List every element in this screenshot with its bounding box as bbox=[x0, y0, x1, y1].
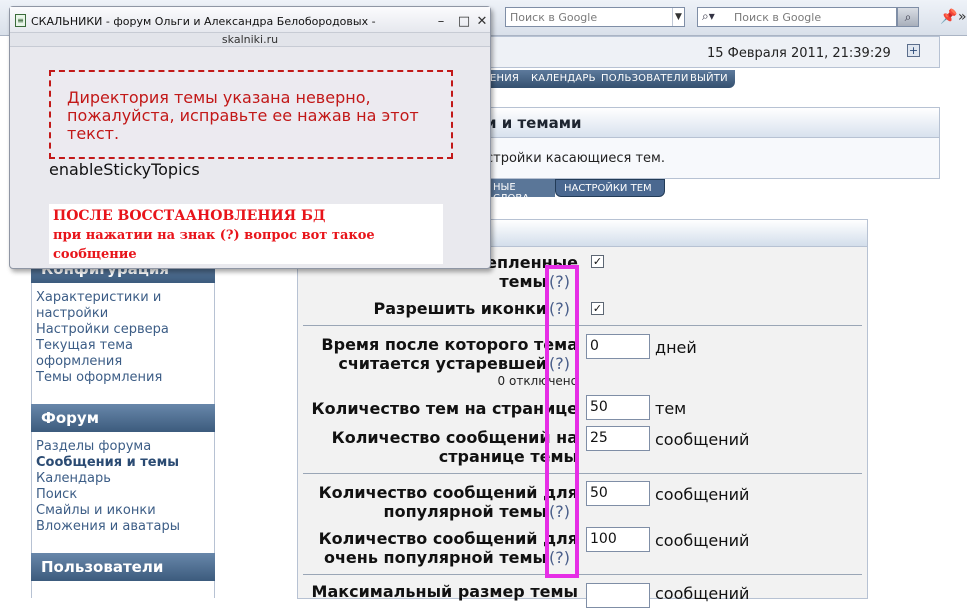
posts-per-page-input[interactable]: 25 bbox=[586, 426, 650, 451]
datetime-bar: 15 Февраля 2011, 21:39:29 + bbox=[485, 36, 940, 68]
sidebar-item-posts-topics[interactable]: Сообщения и темы bbox=[36, 455, 179, 470]
very-hot-topic-input[interactable]: 100 bbox=[586, 527, 650, 552]
sidebar-item-features[interactable]: Характеристики и bbox=[36, 290, 161, 305]
sidebar-item-attachments[interactable]: Вложения и аватары bbox=[36, 519, 180, 534]
theme-error-message[interactable]: Директория темы указана неверно, пожалуй… bbox=[49, 70, 453, 159]
sidebar-head-forum: Форум bbox=[31, 404, 215, 432]
menu-item-calendar[interactable]: КАЛЕНДАРЬ bbox=[531, 73, 596, 84]
divider bbox=[303, 574, 862, 575]
setting-label-icons: Разрешить иконки bbox=[373, 299, 547, 318]
pin-icon[interactable]: 📌 bbox=[940, 9, 957, 25]
search-go-button[interactable]: ⌕ bbox=[897, 7, 919, 27]
sidebar-head-users: Пользователи bbox=[31, 553, 215, 581]
maximize-icon[interactable]: □ bbox=[457, 14, 471, 29]
setting-hint-disabled: 0 отключено bbox=[497, 374, 578, 388]
tab-topic-settings[interactable]: НАСТРОЙКИ ТЕМ bbox=[555, 179, 665, 197]
checkbox-icons[interactable]: ✓ bbox=[591, 302, 604, 315]
search-engine-icon[interactable]: ⌕▾ bbox=[702, 9, 715, 24]
topics-per-page-input[interactable]: 50 bbox=[586, 395, 650, 420]
datetime-text: 15 Февраля 2011, 21:39:29 bbox=[707, 46, 891, 61]
unit-posts-4: сообщений bbox=[655, 584, 750, 603]
param-name: enableStickyTopics bbox=[49, 160, 200, 179]
sidebar-item-search[interactable]: Поиск bbox=[36, 487, 77, 502]
menu-item-users[interactable]: ПОЛЬЗОВАТЕЛИ bbox=[601, 73, 689, 84]
tab-censored-words[interactable]: НЫЕ СЛОВА bbox=[485, 179, 555, 204]
menu-item-partial[interactable]: ЕНИЯ bbox=[490, 73, 519, 84]
setting-label-very-hot-topic-1: Количество сообщений для bbox=[318, 529, 578, 548]
unit-posts-1: сообщений bbox=[655, 430, 750, 449]
unit-topics: тем bbox=[655, 399, 687, 418]
divider bbox=[303, 473, 862, 474]
sidebar-item-boards[interactable]: Разделы форума bbox=[36, 439, 151, 454]
search-placeholder-2: Поиск в Google bbox=[734, 11, 822, 24]
max-topic-size-input[interactable] bbox=[586, 583, 650, 608]
search-placeholder-1: Поиск в Google bbox=[510, 11, 598, 24]
setting-label-hot-topic-1: Количество сообщений для bbox=[318, 483, 578, 502]
highlight-box bbox=[545, 265, 579, 578]
old-topic-days-input[interactable]: 0 bbox=[586, 334, 650, 359]
divider bbox=[303, 325, 862, 326]
setting-label-old-topic-1: Время после которого тема bbox=[321, 335, 578, 354]
popup-url: skalniki.ru bbox=[10, 33, 490, 47]
sidebar-item-calendar[interactable]: Календарь bbox=[36, 471, 111, 486]
setting-label-posts-per-page-2: странице темы bbox=[438, 447, 578, 466]
search-input-2[interactable]: Поиск в Google bbox=[697, 7, 897, 27]
unit-posts-2: сообщений bbox=[655, 485, 750, 504]
hot-topic-input[interactable]: 50 bbox=[586, 481, 650, 506]
note-line-2: при нажатии на знак (?) вопрос вот такое… bbox=[53, 228, 375, 262]
chevron-down-icon[interactable]: ▼ bbox=[672, 8, 684, 26]
unit-posts-3: сообщений bbox=[655, 531, 750, 550]
toolbar-overflow-icon[interactable]: » bbox=[958, 9, 967, 25]
section-title: и и темами bbox=[485, 107, 940, 137]
close-icon[interactable]: ✕ bbox=[475, 14, 489, 29]
setting-label-hot-topic-2: популярной темы bbox=[383, 502, 547, 521]
setting-label-very-hot-topic-2: очень популярной темы bbox=[323, 548, 547, 567]
sidebar-item-features-cont[interactable]: настройки bbox=[36, 306, 108, 321]
setting-label-posts-per-page-1: Количество сообщений на bbox=[331, 428, 578, 447]
section-description: стройки касающиеся тем. bbox=[485, 137, 940, 179]
popup-titlebar: ≡ СКАЛЬНИКИ - форум Ольги и Александра Б… bbox=[10, 7, 490, 33]
sidebar-item-smileys[interactable]: Смайлы и иконки bbox=[36, 503, 156, 518]
unit-days: дней bbox=[655, 338, 697, 357]
setting-label-old-topic-2: считается устаревшей bbox=[338, 354, 547, 373]
sidebar-item-server[interactable]: Настройки сервера bbox=[36, 322, 169, 337]
menu-item-logout[interactable]: ВЫЙТИ bbox=[690, 73, 728, 84]
setting-label-max-topic-size: Максимальный размер темы bbox=[311, 582, 578, 601]
sidebar-item-current-theme-cont[interactable]: оформления bbox=[36, 354, 122, 369]
main-menu: ЕНИЯ КАЛЕНДАРЬ ПОЛЬЗОВАТЕЛИ ВЫЙТИ bbox=[485, 70, 735, 88]
setting-label-sticky-2: темы bbox=[499, 272, 547, 291]
search-input-1[interactable]: Поиск в Google bbox=[505, 7, 685, 27]
minimize-icon[interactable]: – bbox=[434, 14, 448, 29]
setting-label-topics-per-page: Количество тем на странице bbox=[311, 399, 578, 418]
expand-icon[interactable]: + bbox=[907, 44, 920, 57]
annotation-note: ПОСЛЕ ВОССТААНОВЛЕНИЯ БД при нажатии на … bbox=[49, 204, 443, 264]
sidebar-item-current-theme[interactable]: Текущая тема bbox=[36, 338, 133, 353]
popup-title: СКАЛЬНИКИ - форум Ольги и Александра Бел… bbox=[31, 15, 376, 28]
page-icon: ≡ bbox=[15, 14, 26, 27]
sidebar-item-themes[interactable]: Темы оформления bbox=[36, 370, 162, 385]
checkbox-sticky[interactable]: ✓ bbox=[591, 255, 604, 268]
note-line-1: ПОСЛЕ ВОССТААНОВЛЕНИЯ БД bbox=[53, 208, 326, 224]
